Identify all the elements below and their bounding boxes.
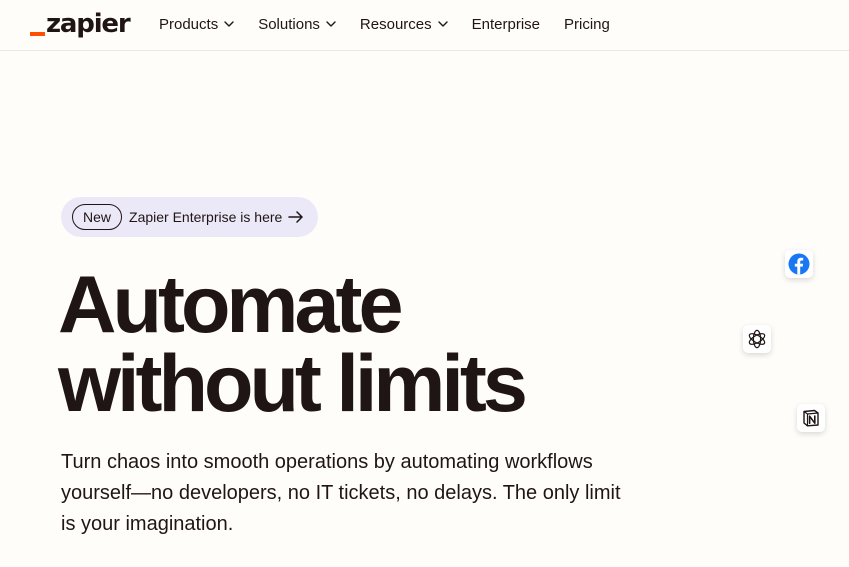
logo-accent-bar <box>30 32 45 36</box>
top-nav: zapier Products Solutions Resources Ente… <box>0 0 849 51</box>
notion-app-tile <box>797 404 825 432</box>
nav-item-solutions[interactable]: Solutions <box>258 16 336 33</box>
nav-item-resources[interactable]: Resources <box>360 16 448 33</box>
zapier-logo[interactable]: zapier <box>30 6 131 42</box>
chevron-down-icon <box>326 21 336 27</box>
nav-item-products[interactable]: Products <box>159 16 234 33</box>
logo-text: zapier <box>46 9 131 39</box>
facebook-icon <box>788 253 810 275</box>
nav-item-label: Pricing <box>564 15 610 33</box>
arrow-right-icon <box>288 211 304 223</box>
announcement-text: Zapier Enterprise is here <box>129 209 283 225</box>
headline-line-2: without limits <box>58 339 528 429</box>
nav-item-label: Products <box>159 15 219 33</box>
new-badge: New <box>72 204 123 230</box>
nav-item-label: Resources <box>359 15 432 33</box>
openai-app-tile <box>743 325 771 353</box>
headline-line-1: Automate <box>58 260 404 350</box>
chevron-down-icon <box>437 21 448 27</box>
nav-item-label: Enterprise <box>471 15 540 33</box>
nav-item-pricing[interactable]: Pricing <box>564 16 610 33</box>
hero-subtext: Turn chaos into smooth operations by aut… <box>61 451 621 535</box>
openai-icon <box>748 329 766 349</box>
chevron-down-icon <box>224 21 234 27</box>
nav-item-label: Solutions <box>258 15 320 33</box>
nav-menu: Products Solutions Resources Enterprise … <box>159 0 634 48</box>
nav-item-enterprise[interactable]: Enterprise <box>472 16 540 33</box>
notion-icon <box>803 409 819 427</box>
hero-headline: Automate without limits <box>58 260 528 429</box>
announcement-banner[interactable]: New Zapier Enterprise is here <box>61 197 319 237</box>
facebook-app-tile <box>785 250 813 278</box>
